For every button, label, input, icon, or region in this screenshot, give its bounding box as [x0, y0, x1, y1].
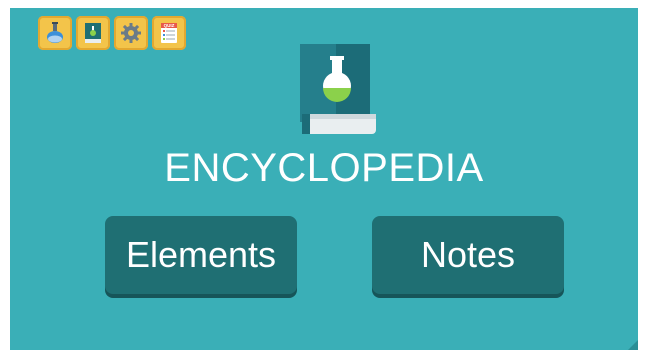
settings-button[interactable] [114, 16, 148, 50]
notes-button[interactable]: Notes [372, 216, 564, 294]
encyclopedia-button[interactable] [76, 16, 110, 50]
toolbar: QUIZ [38, 16, 186, 50]
encyclopedia-book-icon [300, 44, 376, 134]
flask-icon [47, 22, 63, 43]
page-title: ENCYCLOPEDIA [164, 146, 484, 190]
quiz-clipboard-icon: QUIZ [161, 23, 177, 43]
quiz-label: QUIZ [164, 23, 175, 28]
elements-button[interactable]: Elements [105, 216, 297, 294]
game-screen: QUIZ ENCYCLOPEDIA Elements Notes [10, 8, 638, 350]
encyclopedia-book-icon [85, 23, 101, 43]
gear-icon [121, 23, 141, 43]
corner-decoration [628, 340, 638, 350]
quiz-button[interactable]: QUIZ [152, 16, 186, 50]
flask-button[interactable] [38, 16, 72, 50]
encyclopedia-logo [298, 44, 378, 141]
